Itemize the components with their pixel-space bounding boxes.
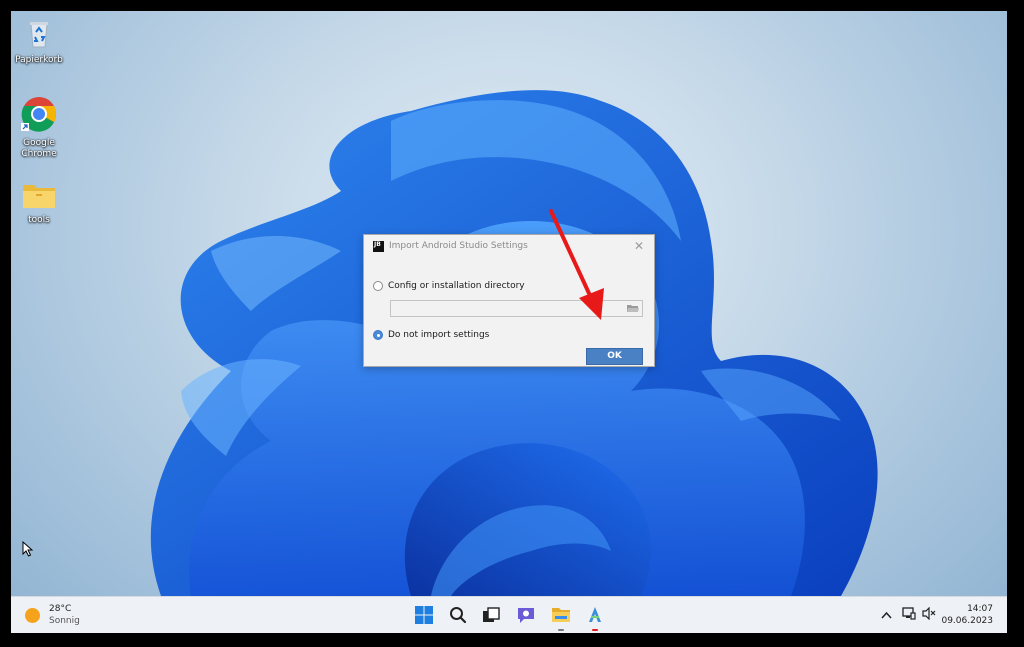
radio-label: Config or installation directory xyxy=(388,281,525,291)
desktop-icon-tools[interactable]: tools xyxy=(11,181,69,226)
radio-unchecked-icon[interactable] xyxy=(373,281,383,291)
clock-date: 09.06.2023 xyxy=(941,616,993,626)
desktop-icon-label: tools xyxy=(28,215,50,225)
browse-folder-icon[interactable] xyxy=(627,304,639,313)
desktop-icon-label: Papierkorb xyxy=(15,55,63,65)
radio-checked-icon[interactable] xyxy=(373,330,383,340)
sun-icon xyxy=(25,607,40,623)
ok-button[interactable]: OK xyxy=(586,348,643,365)
search-icon[interactable] xyxy=(447,604,469,626)
folder-icon xyxy=(23,185,55,208)
clock-time: 14:07 xyxy=(967,604,993,614)
close-icon[interactable]: ✕ xyxy=(632,238,646,254)
system-clock[interactable]: 14:07 09.06.2023 xyxy=(941,603,993,627)
weather-condition: Sonnig xyxy=(49,616,80,626)
dialog-title: Import Android Studio Settings xyxy=(389,241,528,251)
speaker-muted-icon[interactable] xyxy=(922,606,936,623)
desktop-icon-google-chrome[interactable]: Google Chrome xyxy=(11,96,69,160)
mouse-cursor-icon xyxy=(22,541,34,557)
weather-widget[interactable]: 28°C Sonnig xyxy=(25,603,80,627)
taskbar: 28°C Sonnig 14:07 09.06.2023 xyxy=(11,596,1007,633)
network-icon[interactable] xyxy=(902,607,916,623)
jetbrains-logo-icon: JB xyxy=(373,241,384,252)
task-view-icon[interactable] xyxy=(480,604,502,626)
radio-config-directory[interactable]: Config or installation directory xyxy=(373,279,525,293)
teams-chat-icon[interactable] xyxy=(515,604,537,626)
windows-start-icon[interactable] xyxy=(413,604,435,626)
android-studio-icon[interactable] xyxy=(584,604,606,631)
import-settings-dialog: JB Import Android Studio Settings ✕ Conf… xyxy=(363,234,655,367)
file-explorer-icon[interactable] xyxy=(550,604,572,631)
recycle-bin-icon xyxy=(30,22,48,48)
desktop-icon-label: Google Chrome xyxy=(21,138,57,159)
radio-do-not-import[interactable]: Do not import settings xyxy=(373,328,489,342)
desktop-icon-papierkorb[interactable]: Papierkorb xyxy=(11,19,69,66)
desktop-screen: Papierkorb Google Chrome tools JB Import… xyxy=(11,11,1007,633)
annotation-arrow-icon xyxy=(549,209,604,320)
chevron-up-icon[interactable] xyxy=(881,609,892,622)
radio-label: Do not import settings xyxy=(388,330,490,340)
weather-temperature: 28°C xyxy=(49,604,72,614)
chrome-icon xyxy=(21,97,56,132)
